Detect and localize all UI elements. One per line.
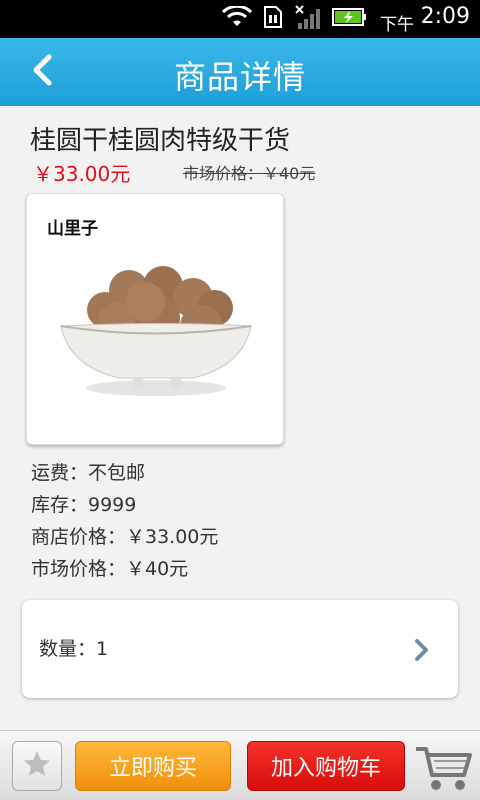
add-to-cart-button[interactable]: 加入购物车 — [247, 741, 405, 791]
buy-now-button[interactable]: 立即购买 — [75, 741, 231, 791]
star-icon — [22, 749, 52, 783]
shopping-cart-icon — [414, 747, 472, 797]
status-icons — [221, 4, 368, 34]
product-detail-content: 桂圆干桂圆肉特级干货 ￥33.00元 市场价格：￥40元 山里子 运费：不包邮 … — [0, 106, 480, 730]
shopping-cart-button[interactable] — [414, 739, 472, 793]
quantity-label: 数量：1 — [39, 638, 109, 660]
chevron-right-icon — [414, 638, 430, 666]
header-bar: 商品详情 — [0, 38, 480, 106]
favorite-button[interactable] — [12, 741, 62, 791]
stock-info: 库存：9999 — [31, 494, 137, 516]
sim-icon — [262, 5, 284, 33]
status-bar: 下午 2:09 — [0, 0, 480, 38]
product-price: ￥33.00元 — [33, 162, 131, 186]
product-name: 桂圆干桂圆肉特级干货 — [30, 126, 291, 156]
clock-time: 2:09 — [420, 4, 470, 29]
bottom-action-bar: 立即购买 加入购物车 — [0, 730, 480, 800]
product-image: 山里子 — [43, 206, 269, 434]
brand-logo: 山里子 — [47, 219, 98, 239]
wifi-icon — [221, 4, 253, 32]
signal-icon — [294, 4, 322, 34]
store-price-info: 商店价格：￥33.00元 — [31, 526, 219, 548]
shipping-info: 运费：不包邮 — [31, 462, 146, 484]
battery-icon — [332, 6, 368, 32]
market-price-info: 市场价格：￥40元 — [31, 558, 189, 580]
market-price-strikethrough: 市场价格：￥40元 — [183, 164, 316, 183]
time-period: 下午 — [380, 15, 414, 35]
quantity-selector[interactable]: 数量：1 — [22, 600, 458, 698]
product-image-card[interactable]: 山里子 — [26, 193, 284, 445]
page-title: 商品详情 — [173, 58, 306, 96]
